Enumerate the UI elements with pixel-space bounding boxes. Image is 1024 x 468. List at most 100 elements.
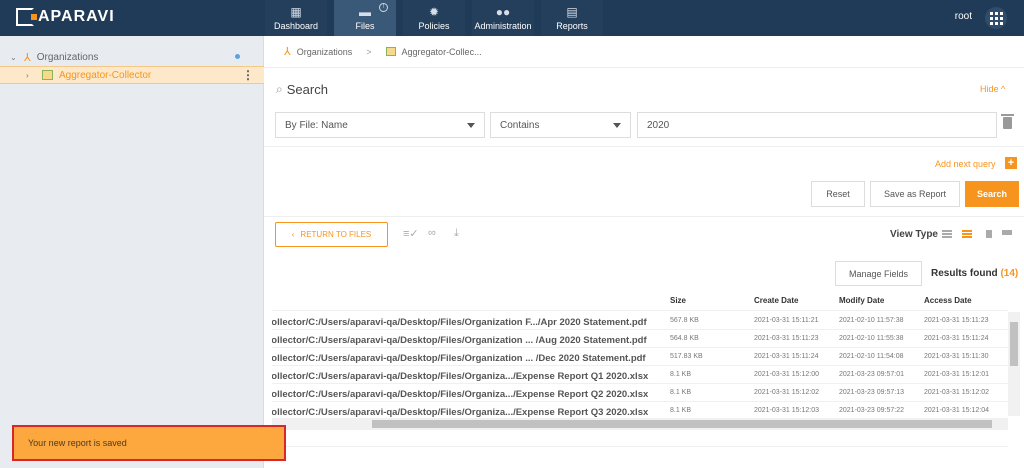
modify-date: 2021-03-23 09:57:01	[839, 371, 904, 378]
file-size: 8.1 KB	[670, 371, 692, 378]
search-heading: ⌕ Search	[276, 82, 328, 97]
apps-grid-icon[interactable]	[985, 7, 1007, 29]
modify-date: 2021-02-10 11:54:08	[839, 353, 904, 360]
vertical-scrollbar[interactable]	[1008, 312, 1020, 416]
toast-notification[interactable]: Your new report is saved	[12, 425, 286, 461]
list-view-icon[interactable]	[942, 230, 952, 238]
scroll-thumb[interactable]	[1010, 322, 1018, 366]
column-header-access-date[interactable]: Access Date	[924, 296, 972, 305]
add-query-plus-icon[interactable]: +	[1005, 157, 1017, 169]
divider	[264, 146, 1024, 147]
link-icon[interactable]: ∞	[428, 227, 436, 239]
column-header-modify-date[interactable]: Modify Date	[839, 296, 884, 305]
nav-label: Administration	[474, 20, 532, 31]
access-date: 2021-03-31 15:12:04	[924, 407, 989, 414]
caret-down-icon	[467, 123, 475, 128]
nav-dashboard[interactable]: ▦ Dashboard	[265, 0, 327, 36]
breadcrumb-node[interactable]: Aggregator-Collec...	[402, 47, 482, 57]
file-size: 564.8 KB	[670, 335, 699, 342]
nav-administration[interactable]: ●● Administration	[472, 0, 534, 36]
table-row[interactable]: collector/C:/Users/aparavi-qa/Desktop/Fi…	[272, 312, 1008, 330]
hide-search-link[interactable]: Hide ^	[980, 84, 1005, 94]
create-date: 2021-03-31 15:12:03	[754, 407, 819, 414]
file-path: collector/C:/Users/aparavi-qa/Desktop/Fi…	[272, 335, 647, 346]
search-button[interactable]: Search	[965, 181, 1019, 207]
tile-view-icon[interactable]	[1002, 230, 1012, 238]
caret-down-icon	[613, 123, 621, 128]
breadcrumb-separator: >	[366, 46, 372, 57]
file-path: collector/C:/Users/aparavi-qa/Desktop/Fi…	[272, 353, 646, 364]
field-select-value: By File: Name	[285, 120, 348, 131]
nav-files[interactable]: ▬ Files !	[334, 0, 396, 36]
column-header-create-date[interactable]: Create Date	[754, 296, 798, 305]
tree-item-aggregator-collector[interactable]: › Aggregator-Collector ⋮	[0, 66, 264, 84]
logo-text: APARAVI	[38, 8, 115, 25]
return-to-files-button[interactable]: ‹ RETURN TO FILES	[275, 222, 388, 247]
scroll-thumb[interactable]	[372, 420, 992, 428]
field-select[interactable]: By File: Name	[275, 112, 485, 138]
manage-fields-button[interactable]: Manage Fields	[835, 261, 922, 286]
select-all-icon[interactable]: ≡✓	[403, 227, 419, 240]
tree-item-organizations[interactable]: ⌄ ⅄ Organizations	[0, 48, 264, 66]
organization-icon: ⅄	[284, 46, 291, 58]
table-row[interactable]: collector/C:/Users/aparavi-qa/Desktop/Fi…	[272, 330, 1008, 348]
reports-icon: ▤	[566, 4, 578, 19]
create-date: 2021-03-31 15:12:02	[754, 389, 819, 396]
aggregator-icon	[42, 70, 53, 80]
view-type-label: View Type	[890, 229, 938, 240]
nav-reports[interactable]: ▤ Reports	[541, 0, 603, 36]
main-nav: ▦ Dashboard ▬ Files ! ✹ Policies ●● Admi…	[265, 0, 610, 36]
table-row[interactable]: collector/C:/Users/aparavi-qa/Desktop/Fi…	[272, 348, 1008, 366]
table-row[interactable]: collector/C:/Users/aparavi-qa/Desktop/Fi…	[272, 384, 1008, 402]
file-size: 517.83 KB	[670, 353, 703, 360]
file-path: collector/C:/Users/aparavi-qa/Desktop/Fi…	[272, 317, 647, 328]
hide-label: Hide	[980, 84, 999, 94]
file-size: 8.1 KB	[670, 407, 692, 414]
table-row[interactable]: collector/C:/Users/aparavi-qa/Desktop/Fi…	[272, 366, 1008, 384]
grid-view-icon[interactable]	[982, 230, 992, 238]
file-path: collector/C:/Users/aparavi-qa/Desktop/Fi…	[272, 407, 649, 418]
delete-query-icon[interactable]	[1001, 114, 1014, 129]
users-icon: ●●	[495, 4, 511, 19]
file-size: 567.8 KB	[670, 317, 699, 324]
operator-select-value: Contains	[500, 120, 540, 131]
search-title: Search	[286, 82, 328, 97]
nav-label: Policies	[418, 20, 450, 31]
gear-icon: ✹	[428, 4, 440, 19]
create-date: 2021-03-31 15:11:23	[754, 335, 819, 342]
create-date: 2021-03-31 15:11:24	[754, 353, 819, 360]
user-name[interactable]: root	[955, 11, 972, 22]
return-label: RETURN TO FILES	[300, 230, 372, 239]
horizontal-scrollbar[interactable]	[272, 418, 1008, 430]
results-count: (14)	[1000, 268, 1019, 279]
nav-policies[interactable]: ✹ Policies	[403, 0, 465, 36]
chevron-right-icon[interactable]: ›	[26, 71, 36, 80]
aparavi-logo[interactable]: APARAVI	[16, 8, 115, 26]
breadcrumb: ⅄ Organizations > Aggregator-Collec...	[264, 36, 1024, 68]
detail-view-icon[interactable]	[962, 230, 972, 238]
tree-item-label: Organizations	[36, 51, 99, 63]
download-icon[interactable]: ⤓	[454, 227, 459, 240]
save-as-report-button[interactable]: Save as Report	[870, 181, 960, 207]
access-date: 2021-03-31 15:11:30	[924, 353, 989, 360]
operator-select[interactable]: Contains	[490, 112, 631, 138]
chevron-down-icon[interactable]: ⌄	[10, 53, 20, 62]
organization-icon: ⅄	[24, 51, 31, 64]
access-date: 2021-03-31 15:12:02	[924, 389, 989, 396]
chevron-left-icon: ‹	[291, 230, 295, 239]
results-table: Size Create Date Modify Date Access Date…	[272, 292, 1008, 420]
query-value: 2020	[647, 120, 670, 131]
create-date: 2021-03-31 15:12:00	[754, 371, 819, 378]
column-header-size[interactable]: Size	[670, 296, 686, 305]
nav-label: Reports	[556, 20, 588, 31]
info-icon[interactable]: !	[379, 3, 388, 12]
file-path: collector/C:/Users/aparavi-qa/Desktop/Fi…	[272, 389, 649, 400]
query-value-input[interactable]: 2020	[637, 112, 997, 138]
add-next-query-link[interactable]: Add next query	[935, 159, 996, 169]
nav-label: Dashboard	[273, 20, 319, 31]
dashboard-icon: ▦	[290, 4, 302, 19]
access-date: 2021-03-31 15:11:24	[924, 335, 989, 342]
reset-button[interactable]: Reset	[811, 181, 865, 207]
breadcrumb-organizations[interactable]: Organizations	[297, 47, 353, 57]
more-options-icon[interactable]: ⋮	[242, 69, 254, 81]
